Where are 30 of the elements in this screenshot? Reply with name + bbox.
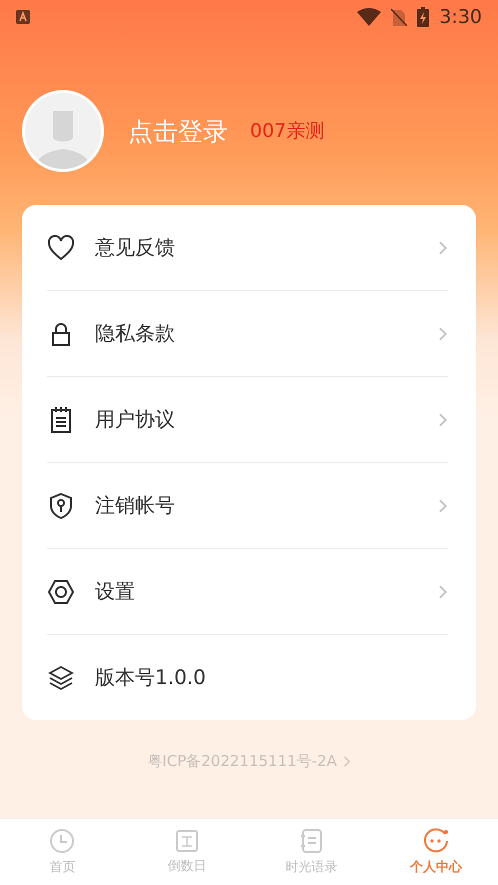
tab[interactable]: 时光语录 xyxy=(249,819,374,885)
layers-icon xyxy=(47,664,75,692)
app-notification-icon xyxy=(16,10,30,24)
tag-text: 007亲测 xyxy=(250,119,324,144)
chevron-right-icon xyxy=(438,584,448,600)
chevron-right-icon xyxy=(438,240,448,256)
no-sim-icon xyxy=(391,8,408,26)
hexagon-nut-icon xyxy=(47,578,75,604)
notebook-icon xyxy=(299,828,324,854)
chevron-right-icon xyxy=(438,498,448,514)
login-link[interactable]: 点击登录 xyxy=(128,114,228,148)
chevron-right-icon xyxy=(438,326,448,342)
tab[interactable]: 个人中心 xyxy=(374,819,498,885)
battery-charging-icon xyxy=(417,7,430,27)
calendar-icon xyxy=(174,829,199,853)
heart-icon xyxy=(47,234,75,260)
smiley-icon xyxy=(422,828,449,854)
clock-icon xyxy=(49,828,76,854)
shield-keyhole-icon xyxy=(47,492,75,520)
chevron-right-icon xyxy=(438,412,448,428)
wifi-icon xyxy=(357,8,382,26)
status-time: 3:30 xyxy=(439,6,482,28)
menu-item[interactable]: 意见反馈 xyxy=(95,234,438,261)
menu-item[interactable]: 隐私条款 xyxy=(95,320,438,347)
chevron-right-icon xyxy=(342,755,351,768)
tab[interactable]: 首页 xyxy=(0,819,124,885)
tab[interactable]: 倒数日 xyxy=(124,819,249,885)
menu-item[interactable]: 用户协议 xyxy=(95,406,438,433)
menu-item[interactable]: 设置 xyxy=(95,578,438,605)
menu-item[interactable]: 注销帐号 xyxy=(95,492,438,519)
